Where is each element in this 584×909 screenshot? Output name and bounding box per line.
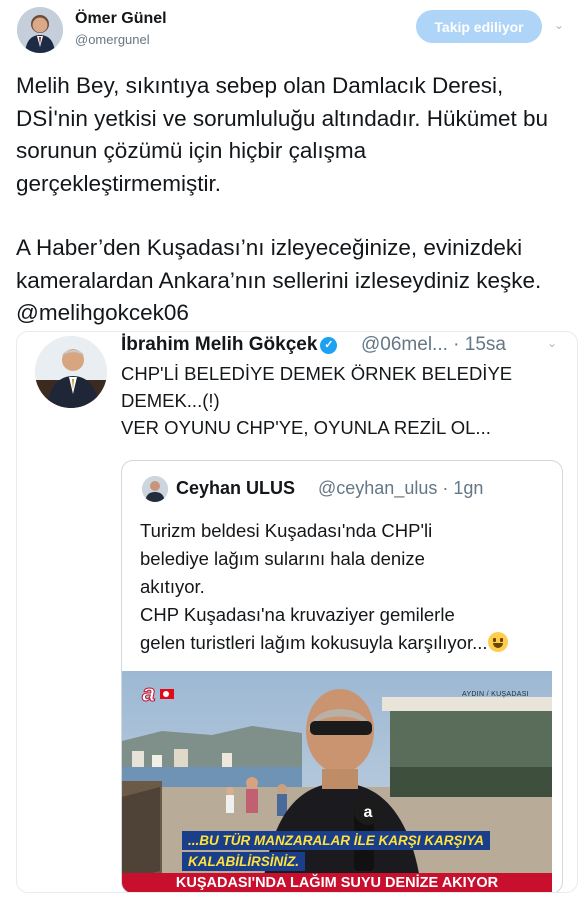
quoted-handle-time[interactable]: @06mel... · 15sa [361,334,506,356]
smiley-emoji-icon [487,632,508,652]
author-avatar[interactable] [17,7,63,53]
nested-tweet-text: Turizm beldesi Kuşadası'nda CHP'li beled… [140,517,562,657]
nested-line-1: Turizm beldesi Kuşadası'nda CHP'li [140,520,433,541]
tweet-paragraph-1: Melih Bey, sıkıntıya sebep olan Damlacık… [16,73,549,196]
chevron-down-icon[interactable]: ⌄ [554,18,564,32]
nested-line-5: gelen turistleri lağım kokusuyla karşılı… [140,632,488,653]
video-thumbnail[interactable]: a a AYDIN / KUŞADASI ...BU TÜR MANZARALA… [122,671,552,892]
nested-author-name[interactable]: Ceyhan ULUS [176,478,295,499]
nested-handle-time[interactable]: @ceyhan_ulus · 1gn [318,478,483,499]
author-handle[interactable]: @omergunel [75,32,150,47]
quoted-author-name-text: İbrahim Melih Gökçek [121,334,318,355]
video-news-banner: KUŞADASI'NDA LAĞIM SUYU DENİZE AKIYOR [122,873,552,892]
tweet-paragraph-2: A Haber’den Kuşadası’nı izleyeceğinize, … [16,235,542,325]
verified-badge-icon: ✓ [320,337,338,354]
chevron-down-icon[interactable]: ⌄ [547,336,557,350]
nested-line-5-wrap: gelen turistleri lağım kokusuyla karşılı… [140,629,562,657]
nested-line-3: akıtıyor. [140,576,205,597]
nested-quoted-tweet[interactable]: Ceyhan ULUS @ceyhan_ulus · 1gn Turizm be… [121,460,563,892]
svg-text:a: a [364,804,373,821]
svg-text:a: a [142,680,155,707]
quoted-tweet-text: CHP'Lİ BELEDİYE DEMEK ÖRNEK BELEDİYE DEM… [121,360,561,441]
author-name[interactable]: Ömer Günel [75,10,167,28]
video-location-label: AYDIN / KUŞADASI [462,691,529,698]
quoted-author-avatar[interactable] [35,336,107,408]
following-button[interactable]: Takip ediliyor [416,10,542,43]
video-caption-line-1: ...BU TÜR MANZARALAR İLE KARŞI KARŞIYA [182,831,490,850]
quoted-tweet-card[interactable]: İbrahim Melih Gökçek ✓ @06mel... · 15sa ⌄… [16,331,578,893]
quoted-author-name[interactable]: İbrahim Melih Gökçek ✓ [121,334,338,356]
quoted-line-2: DEMEK...(!) [121,390,220,411]
nested-line-2: belediye lağım sularını hala denize [140,548,425,569]
video-caption-line-2: KALABİLİRSİNİZ. [182,852,305,871]
nested-author-avatar[interactable] [142,476,168,502]
quoted-line-3: VER OYUNU CHP'YE, OYUNLA REZİL OL... [121,417,491,438]
nested-line-4: CHP Kuşadası'na kruvaziyer gemilerle [140,604,455,625]
tweet-text: Melih Bey, sıkıntıya sebep olan Damlacık… [16,70,576,330]
quoted-line-1: CHP'Lİ BELEDİYE DEMEK ÖRNEK BELEDİYE [121,363,513,384]
